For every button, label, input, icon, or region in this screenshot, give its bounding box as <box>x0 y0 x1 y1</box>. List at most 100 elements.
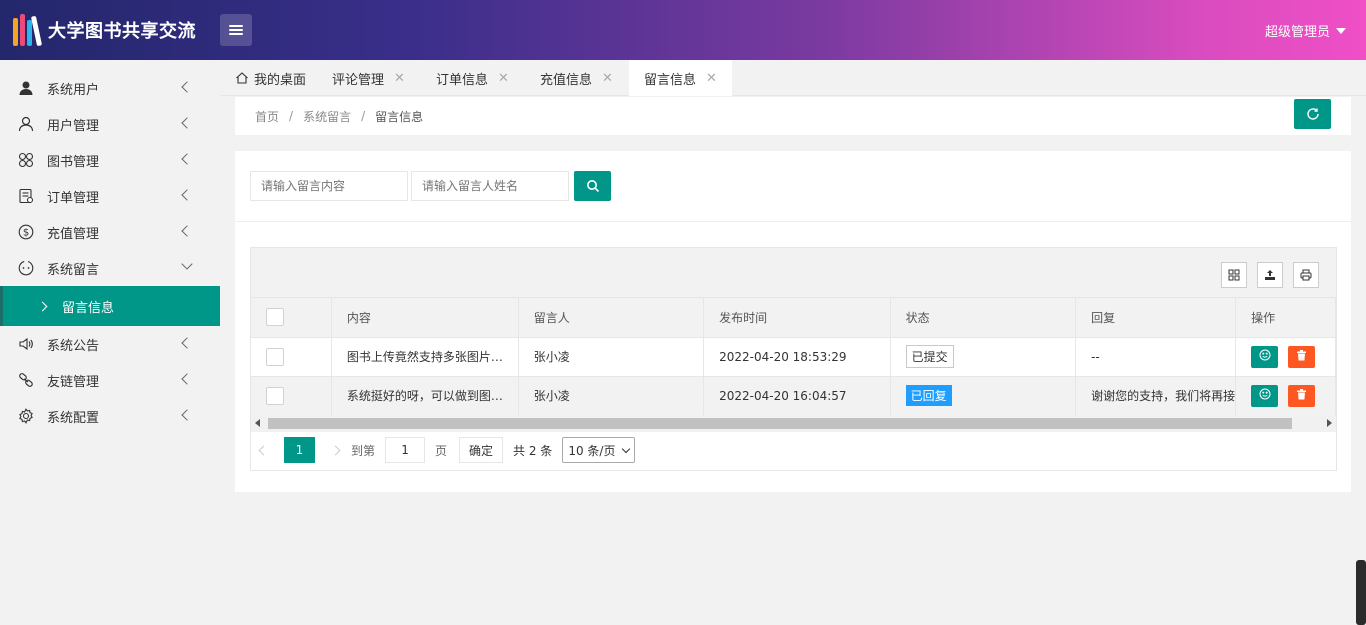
sidebar: 系统用户 用户管理 图书管理 订单管理 $ 充值管理 系统留言 留言信息 系统公… <box>0 60 220 625</box>
sidebar-item-label: 系统公告 <box>47 338 100 354</box>
books-logo-icon <box>12 14 43 47</box>
scroll-right-icon[interactable] <box>1327 419 1332 427</box>
reply-button[interactable] <box>1251 345 1279 368</box>
chevron-left-icon <box>181 117 193 129</box>
chevron-left-icon <box>181 337 193 349</box>
export-icon <box>1265 270 1275 280</box>
sidebar-item-order-management[interactable]: 订单管理 <box>0 178 220 214</box>
dollar-icon: $ <box>18 224 34 240</box>
user-name: 超级管理员 <box>1264 25 1330 40</box>
tab-order-info[interactable]: 订单信息 ✕ <box>436 60 509 96</box>
sidebar-item-friend-links[interactable]: 友链管理 <box>0 362 220 398</box>
search-button[interactable] <box>574 171 611 201</box>
column-header[interactable]: 发布时间 <box>703 298 891 338</box>
goto-page-input[interactable]: 1 <box>385 437 426 463</box>
active-indicator <box>0 286 3 326</box>
scrollbar-thumb[interactable] <box>268 418 1292 429</box>
divider <box>235 221 1351 222</box>
scroll-left-icon[interactable] <box>255 419 260 427</box>
breadcrumb-parent[interactable]: 系统留言 <box>303 108 351 125</box>
chevron-left-icon <box>181 409 193 421</box>
total-count: 共 2 条 <box>513 443 553 458</box>
close-icon[interactable]: ✕ <box>602 71 613 86</box>
select-all-checkbox[interactable] <box>266 308 284 327</box>
column-header[interactable]: 回复 <box>1075 298 1237 338</box>
export-button[interactable] <box>1257 262 1283 288</box>
cell-time: 2022-04-20 16:04:57 <box>703 376 891 416</box>
chevron-left-icon <box>181 225 193 237</box>
sidebar-item-label: 系统用户 <box>47 82 100 98</box>
page-number-current[interactable]: 1 <box>284 437 315 463</box>
message-content-search-input[interactable] <box>250 171 408 201</box>
tab-recharge-info[interactable]: 充值信息 ✕ <box>540 60 613 96</box>
row-checkbox[interactable] <box>266 347 284 366</box>
chevron-left-icon <box>181 373 193 385</box>
sidebar-item-user-management[interactable]: 用户管理 <box>0 106 220 142</box>
refresh-button[interactable] <box>1294 99 1331 129</box>
close-icon[interactable]: ✕ <box>706 71 717 86</box>
horizontal-scrollbar[interactable] <box>251 415 1336 432</box>
tab-label: 订单信息 <box>436 72 489 88</box>
close-icon[interactable]: ✕ <box>394 71 405 86</box>
column-header[interactable]: 状态 <box>890 298 1077 338</box>
sidebar-subitem-label: 留言信息 <box>62 300 115 316</box>
breadcrumb-home[interactable]: 首页 <box>255 108 279 125</box>
column-header: 操作 <box>1235 298 1336 338</box>
column-filter-button[interactable] <box>1221 262 1247 288</box>
user-menu[interactable]: 超级管理员 <box>1265 21 1346 40</box>
sidebar-item-label: 订单管理 <box>47 190 100 206</box>
tab-message-info[interactable]: 留言信息 ✕ <box>629 60 732 96</box>
prev-page-icon[interactable] <box>250 437 276 463</box>
author-name-search-input[interactable] <box>411 171 569 201</box>
next-page-icon[interactable] <box>329 437 341 463</box>
sidebar-item-label: 充值管理 <box>47 226 100 242</box>
sidebar-item-system-config[interactable]: 系统配置 <box>0 398 220 434</box>
sidebar-item-system-messages[interactable]: 系统留言 <box>0 250 220 286</box>
page-size-select[interactable]: 10 条/页 <box>562 437 636 463</box>
table-row: 图书上传竟然支持多张图片… 张小凌 2022-04-20 18:53:29 已提… <box>251 337 1336 377</box>
table-header-row: 内容 留言人 发布时间 状态 回复 操作 <box>251 298 1336 338</box>
status-badge: 已提交 <box>905 345 954 368</box>
cell-author: 张小凌 <box>518 376 705 416</box>
cell-content: 图书上传竟然支持多张图片… <box>331 337 519 377</box>
side-scroll-widget[interactable] <box>1356 560 1366 625</box>
chevron-left-icon <box>181 189 193 201</box>
row-checkbox[interactable] <box>266 386 284 405</box>
top-header: 大学图书共享交流 超级管理员 <box>0 0 1366 60</box>
sidebar-item-system-notice[interactable]: 系统公告 <box>0 326 220 362</box>
cell-author: 张小凌 <box>518 337 705 377</box>
delete-button[interactable] <box>1288 384 1316 407</box>
tab-my-desktop[interactable]: 我的桌面 <box>235 60 306 96</box>
cell-reply: -- <box>1075 337 1237 377</box>
breadcrumb-current: 留言信息 <box>375 109 424 124</box>
delete-button[interactable] <box>1288 345 1316 368</box>
cell-time: 2022-04-20 18:53:29 <box>703 337 891 377</box>
tab-comment-management[interactable]: 评论管理 ✕ <box>332 60 405 96</box>
print-button[interactable] <box>1293 262 1319 288</box>
close-icon[interactable]: ✕ <box>498 71 509 86</box>
sidebar-item-system-users[interactable]: 系统用户 <box>0 70 220 106</box>
goto-confirm-button[interactable]: 确定 <box>459 437 504 463</box>
sidebar-toggle-button[interactable] <box>220 14 252 46</box>
sidebar-subitem-message-info[interactable]: 留言信息 <box>0 286 220 326</box>
chevron-right-icon <box>37 301 48 311</box>
reply-button[interactable] <box>1251 384 1279 407</box>
sidebar-item-recharge-management[interactable]: $ 充值管理 <box>0 214 220 250</box>
goto-label: 到第 <box>351 443 376 458</box>
sidebar-item-book-management[interactable]: 图书管理 <box>0 142 220 178</box>
column-header[interactable]: 留言人 <box>518 298 705 338</box>
chevron-left-icon <box>181 153 193 165</box>
sidebar-item-label: 系统配置 <box>47 410 100 426</box>
cell-content: 系统挺好的呀，可以做到图… <box>331 376 519 416</box>
trash-icon <box>1297 349 1307 360</box>
pagination: 1 到第 1 页 确定 共 2 条 10 条/页 <box>250 437 636 463</box>
chevron-down-icon <box>181 258 193 270</box>
column-header[interactable]: 内容 <box>331 298 519 338</box>
smile-icon <box>1259 388 1271 399</box>
sidebar-item-label: 友链管理 <box>47 374 100 390</box>
logo[interactable]: 大学图书共享交流 <box>12 14 196 47</box>
data-table: 内容 留言人 发布时间 状态 回复 操作 图书上传竟然支持多张图片… 张小凌 2… <box>251 298 1336 416</box>
speaker-icon <box>18 336 34 352</box>
table-row: 系统挺好的呀，可以做到图… 张小凌 2022-04-20 16:04:57 已回… <box>251 376 1336 416</box>
page-size-value: 10 条/页 <box>568 443 616 458</box>
